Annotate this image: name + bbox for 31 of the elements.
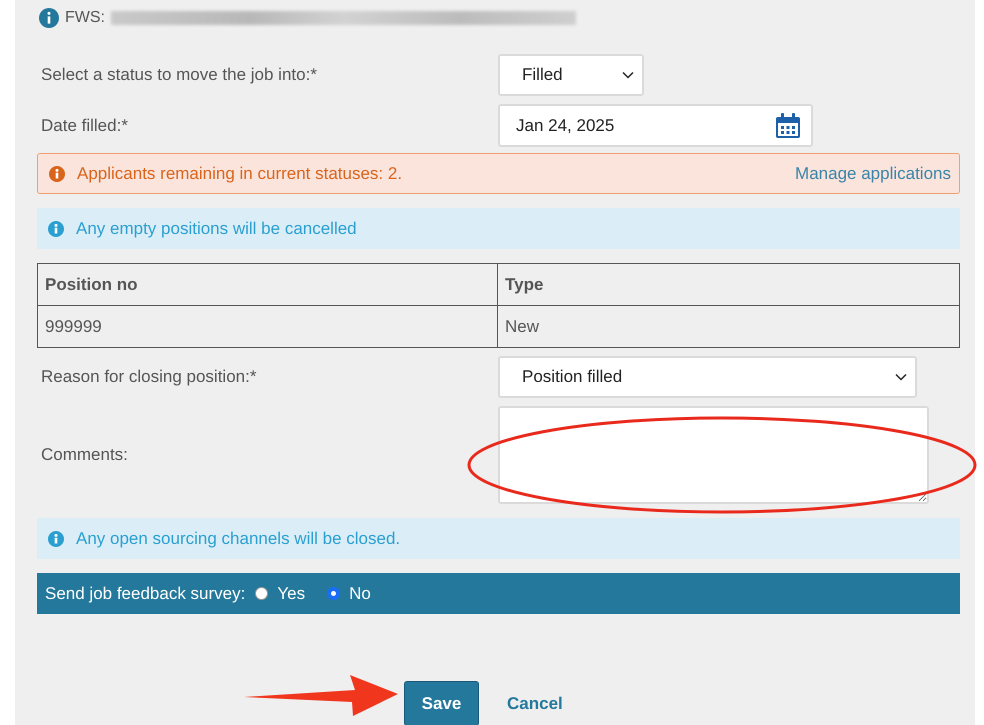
field-label: Reason for closing position:*	[40, 367, 258, 387]
column-header: Type	[498, 264, 960, 306]
save-button[interactable]: Save	[404, 681, 479, 725]
info-icon	[49, 166, 65, 182]
table-cell: 999999	[38, 306, 498, 348]
alert-text: Applicants remaining in current statuses: 2.	[77, 164, 404, 184]
info-icon	[39, 8, 59, 28]
radio-button[interactable]	[255, 587, 268, 600]
alert-text: Any empty positions will be cancelled	[76, 218, 358, 238]
info-icon	[48, 220, 64, 236]
date-field[interactable]: Jan 24, 2025	[498, 104, 813, 147]
survey-label: Send job feedback survey:	[45, 584, 246, 604]
table-cell: New	[498, 306, 960, 348]
radio-label[interactable]: No	[349, 584, 371, 604]
column-header: Position no	[38, 264, 498, 306]
dropdown[interactable]: Position filled	[498, 356, 917, 398]
field-label: Select a status to move the job into:*	[40, 65, 318, 85]
field-label: Comments:	[40, 445, 129, 465]
chevron-down-icon	[895, 373, 907, 381]
cancel-link[interactable]: Cancel	[507, 694, 563, 714]
radio-label[interactable]: Yes	[277, 584, 306, 604]
dropdown[interactable]: Filled	[498, 54, 644, 96]
radio-button[interactable]	[327, 587, 340, 600]
manage-applications-link[interactable]: Manage applications	[795, 164, 951, 184]
calendar-icon[interactable]	[775, 112, 801, 138]
info-icon	[48, 530, 64, 546]
field-label: Date filled:*	[40, 116, 129, 136]
alert-text: Any open sourcing channels will be closed.	[76, 528, 402, 548]
fws-label: FWS:	[65, 9, 105, 27]
chevron-down-icon	[622, 71, 634, 79]
comments-field[interactable]	[498, 406, 929, 504]
